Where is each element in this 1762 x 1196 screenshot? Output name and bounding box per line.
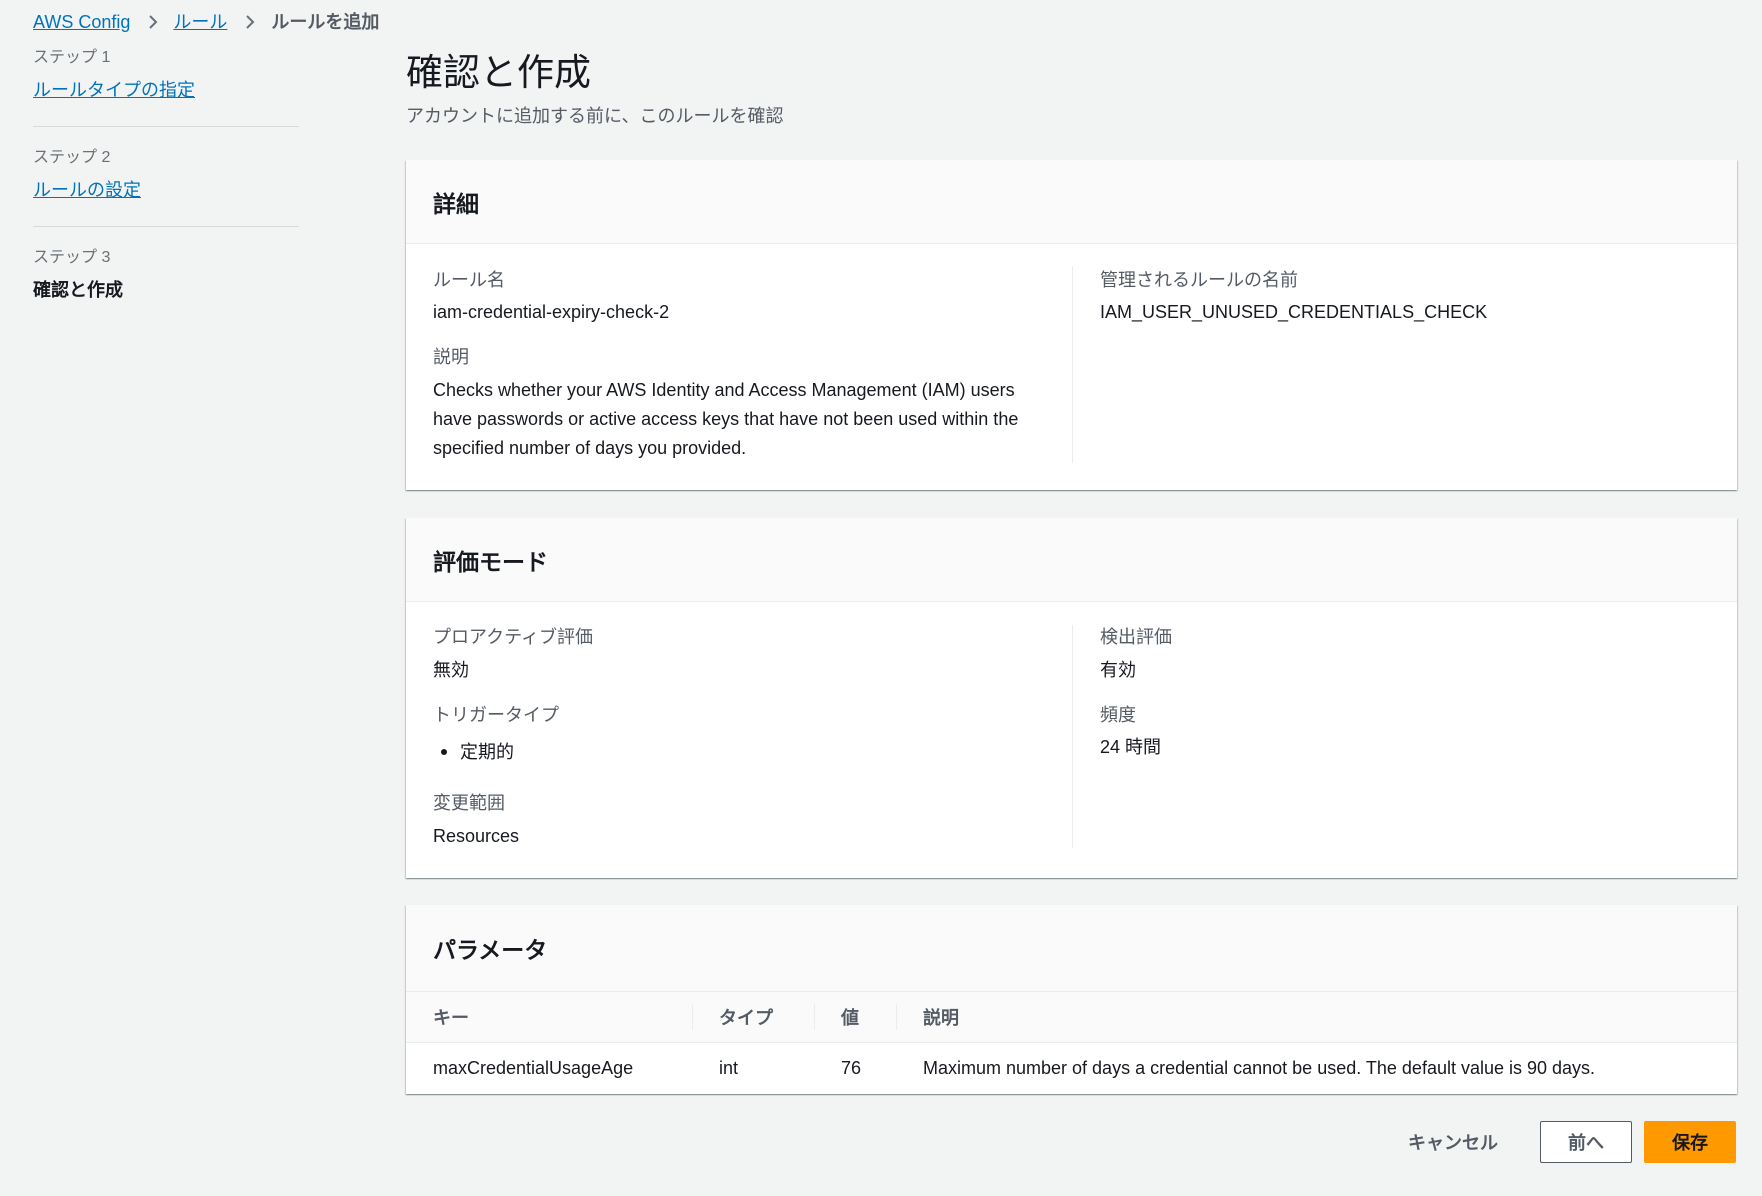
trigger-type-label: トリガータイプ [433,705,559,725]
frequency-field: 頻度 24 時間 [1100,703,1737,759]
trigger-type-value: 定期的 [460,742,514,762]
details-heading: 詳細 [406,160,1737,244]
frequency-value: 24 時間 [1100,737,1162,757]
scope-of-changes-value: Resources [433,826,520,846]
chevron-right-icon [244,14,256,30]
description-value: Checks whether your AWS Identity and Acc… [433,380,1019,458]
page-title: 確認と作成 [406,52,591,93]
previous-button[interactable]: 前へ [1540,1121,1632,1163]
table-row: maxCredentialUsageAge int 76 Maximum num… [406,1043,1737,1095]
table-header-row: キー タイプ 値 説明 [406,991,1737,1043]
wizard-step-2: ステップ 2 ルールの設定 [33,127,299,227]
scope-of-changes-field: 変更範囲 Resources [433,791,1045,848]
param-key-cell: maxCredentialUsageAge [433,1058,634,1079]
step-label: ステップ 2 [33,149,111,166]
column-header-key: キー [406,991,692,1043]
details-right-column: 管理されるルールの名前 IAM_USER_UNUSED_CREDENTIALS_… [1072,266,1737,463]
rule-name-label: ルール名 [433,270,505,290]
column-header-type: タイプ [692,991,814,1043]
param-description-cell: Maximum number of days a credential cann… [923,1058,1596,1079]
step-link-configure-rule[interactable]: ルールの設定 [33,177,299,203]
details-left-column: ルール名 iam-credential-expiry-check-2 説明 Ch… [406,266,1072,463]
description-label: 説明 [433,347,469,367]
evaluation-mode-heading: 評価モード [406,518,1737,602]
rule-name-value: iam-credential-expiry-check-2 [433,302,670,322]
param-type-cell: int [719,1058,739,1079]
wizard-step-3: ステップ 3 確認と作成 [33,227,299,326]
wizard-steps-nav: ステップ 1 ルールタイプの指定 ステップ 2 ルールの設定 ステップ 3 確認… [33,47,299,326]
description-field: 説明 Checks whether your AWS Identity and … [433,345,1045,463]
detective-evaluation-label: 検出評価 [1100,627,1172,647]
detective-evaluation-value: 有効 [1100,660,1136,680]
column-header-value: 値 [814,991,896,1043]
parameters-heading: パラメータ [406,905,1737,991]
details-body: ルール名 iam-credential-expiry-check-2 説明 Ch… [406,244,1737,491]
trigger-type-field: トリガータイプ 定期的 [433,703,1045,764]
evaluation-left-column: プロアクティブ評価 無効 トリガータイプ 定期的 変更範囲 Resources [406,625,1072,848]
parameters-table: キー タイプ 値 説明 maxCredentialUsageAge int 76… [406,991,1737,1095]
proactive-evaluation-label: プロアクティブ評価 [433,627,594,647]
rule-name-field: ルール名 iam-credential-expiry-check-2 [433,268,1045,324]
step-label: ステップ 3 [33,249,111,266]
breadcrumb-current: ルールを追加 [271,12,380,32]
chevron-right-icon [147,14,159,30]
managed-rule-name-value: IAM_USER_UNUSED_CREDENTIALS_CHECK [1100,302,1488,322]
evaluation-mode-body: プロアクティブ評価 無効 トリガータイプ 定期的 変更範囲 Resources … [406,602,1737,876]
wizard-step-1: ステップ 1 ルールタイプの指定 [33,47,299,127]
frequency-label: 頻度 [1100,705,1136,725]
scope-of-changes-label: 変更範囲 [433,793,505,813]
bullet-icon [441,749,447,755]
cancel-button[interactable]: キャンセル [1395,1121,1511,1163]
detective-evaluation-field: 検出評価 有効 [1100,625,1737,682]
step-current-review: 確認と作成 [33,280,123,300]
trigger-type-list-item: 定期的 [433,740,1045,764]
breadcrumb-rules[interactable]: ルール [173,9,227,35]
column-header-description: 説明 [896,991,1737,1043]
proactive-evaluation-field: プロアクティブ評価 無効 [433,625,1045,682]
evaluation-mode-card: 評価モード プロアクティブ評価 無効 トリガータイプ 定期的 変更範囲 Reso… [406,518,1737,878]
save-button[interactable]: 保存 [1644,1121,1736,1163]
step-link-rule-type[interactable]: ルールタイプの指定 [33,77,299,103]
proactive-evaluation-value: 無効 [433,660,469,680]
managed-rule-name-field: 管理されるルールの名前 IAM_USER_UNUSED_CREDENTIALS_… [1100,268,1737,324]
managed-rule-name-label: 管理されるルールの名前 [1100,270,1298,290]
breadcrumb: AWS Config ルール ルールを追加 [33,9,379,35]
page-subtitle: アカウントに追加する前に、このルールを確認 [406,106,784,126]
details-card: 詳細 ルール名 iam-credential-expiry-check-2 説明… [406,160,1737,490]
breadcrumb-aws-config[interactable]: AWS Config [33,9,130,35]
parameters-card: パラメータ キー タイプ 値 説明 maxCredentialUsageAge … [406,905,1737,1094]
step-label: ステップ 1 [33,49,111,66]
param-value-cell: 76 [841,1058,862,1079]
evaluation-right-column: 検出評価 有効 頻度 24 時間 [1072,625,1737,848]
